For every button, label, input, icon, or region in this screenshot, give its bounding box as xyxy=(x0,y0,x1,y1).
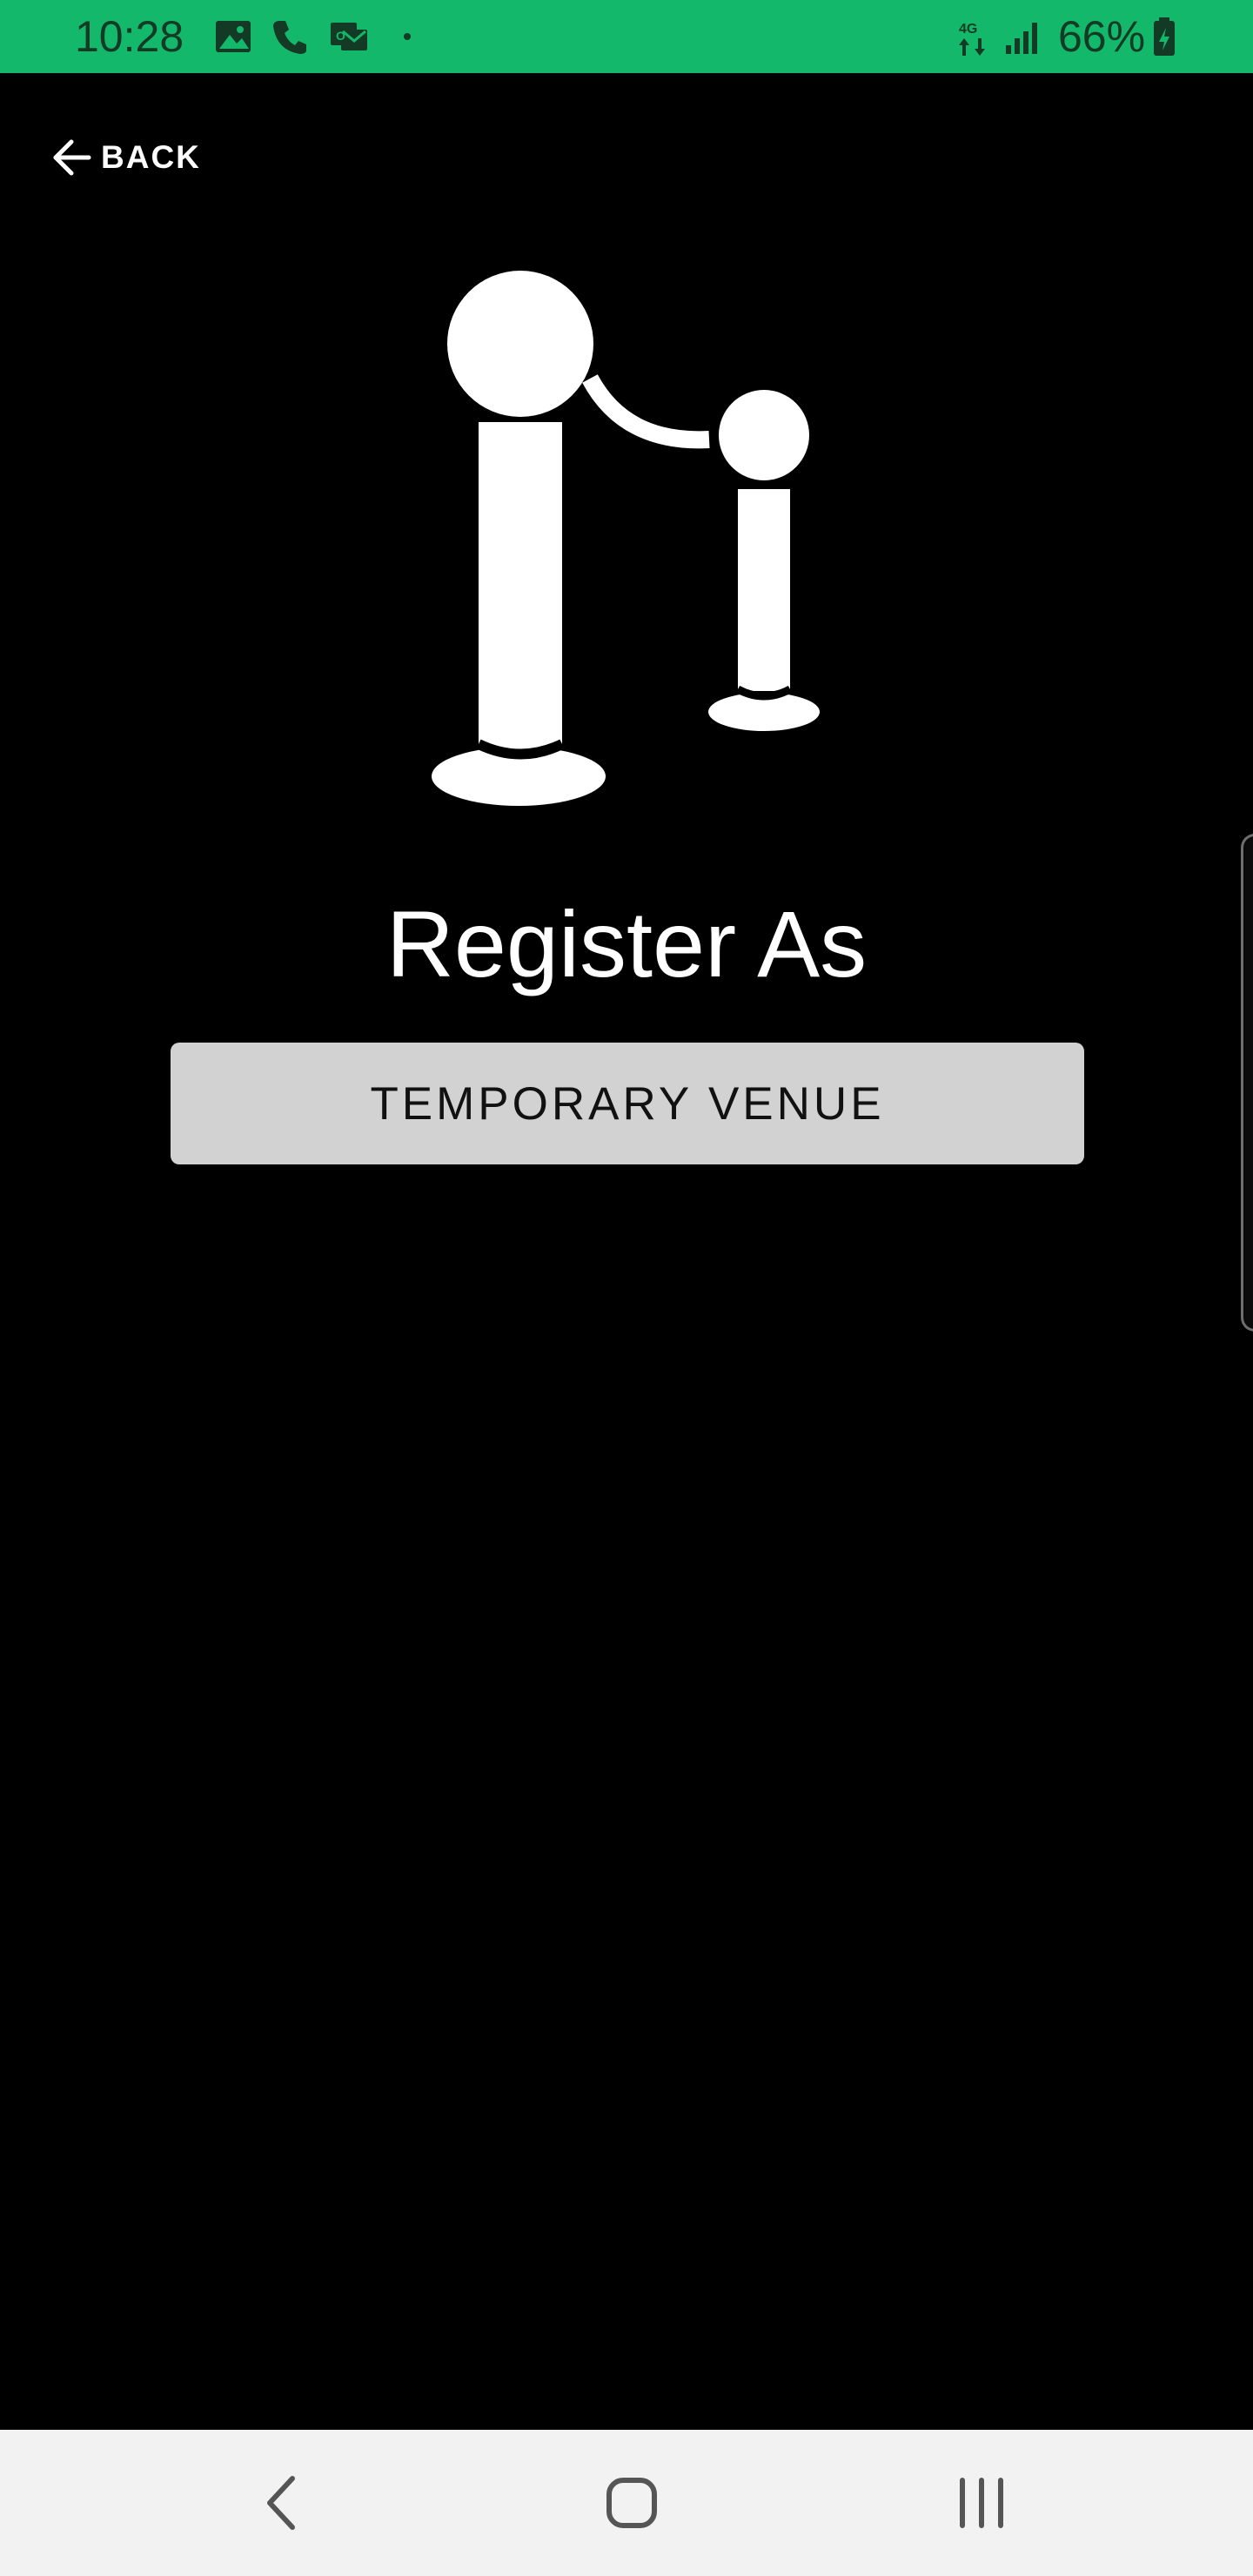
svg-text:O: O xyxy=(336,29,345,43)
signal-icon xyxy=(1002,17,1044,56)
dot-icon xyxy=(399,17,416,56)
screen: 10:28 O 4G 66% BACK Register As TEMPORAR… xyxy=(0,0,1253,2576)
back-button[interactable]: BACK xyxy=(49,131,201,184)
home-nav-icon[interactable] xyxy=(597,2468,667,2538)
navigation-bar xyxy=(0,2430,1253,2576)
battery-icon xyxy=(1150,17,1180,56)
data-transfer-icon: 4G xyxy=(957,17,992,56)
gallery-icon xyxy=(214,17,254,56)
back-nav-icon[interactable] xyxy=(247,2468,317,2538)
edge-panel-handle[interactable] xyxy=(1241,834,1253,1332)
page-title: Register As xyxy=(385,891,868,996)
svg-text:4G: 4G xyxy=(959,22,977,37)
arrow-left-icon xyxy=(49,135,94,180)
stanchion-barrier-icon xyxy=(418,244,835,835)
status-bar: 10:28 O 4G 66% xyxy=(0,0,1253,73)
back-label: BACK xyxy=(101,139,201,175)
status-time: 10:28 xyxy=(75,12,184,61)
battery-percent: 66% xyxy=(1058,12,1146,61)
email-icon: O xyxy=(327,17,367,56)
phone-icon xyxy=(270,17,310,56)
recents-nav-icon[interactable] xyxy=(947,2468,1016,2538)
temporary-venue-button[interactable]: TEMPORARY VENUE xyxy=(171,1043,1084,1164)
